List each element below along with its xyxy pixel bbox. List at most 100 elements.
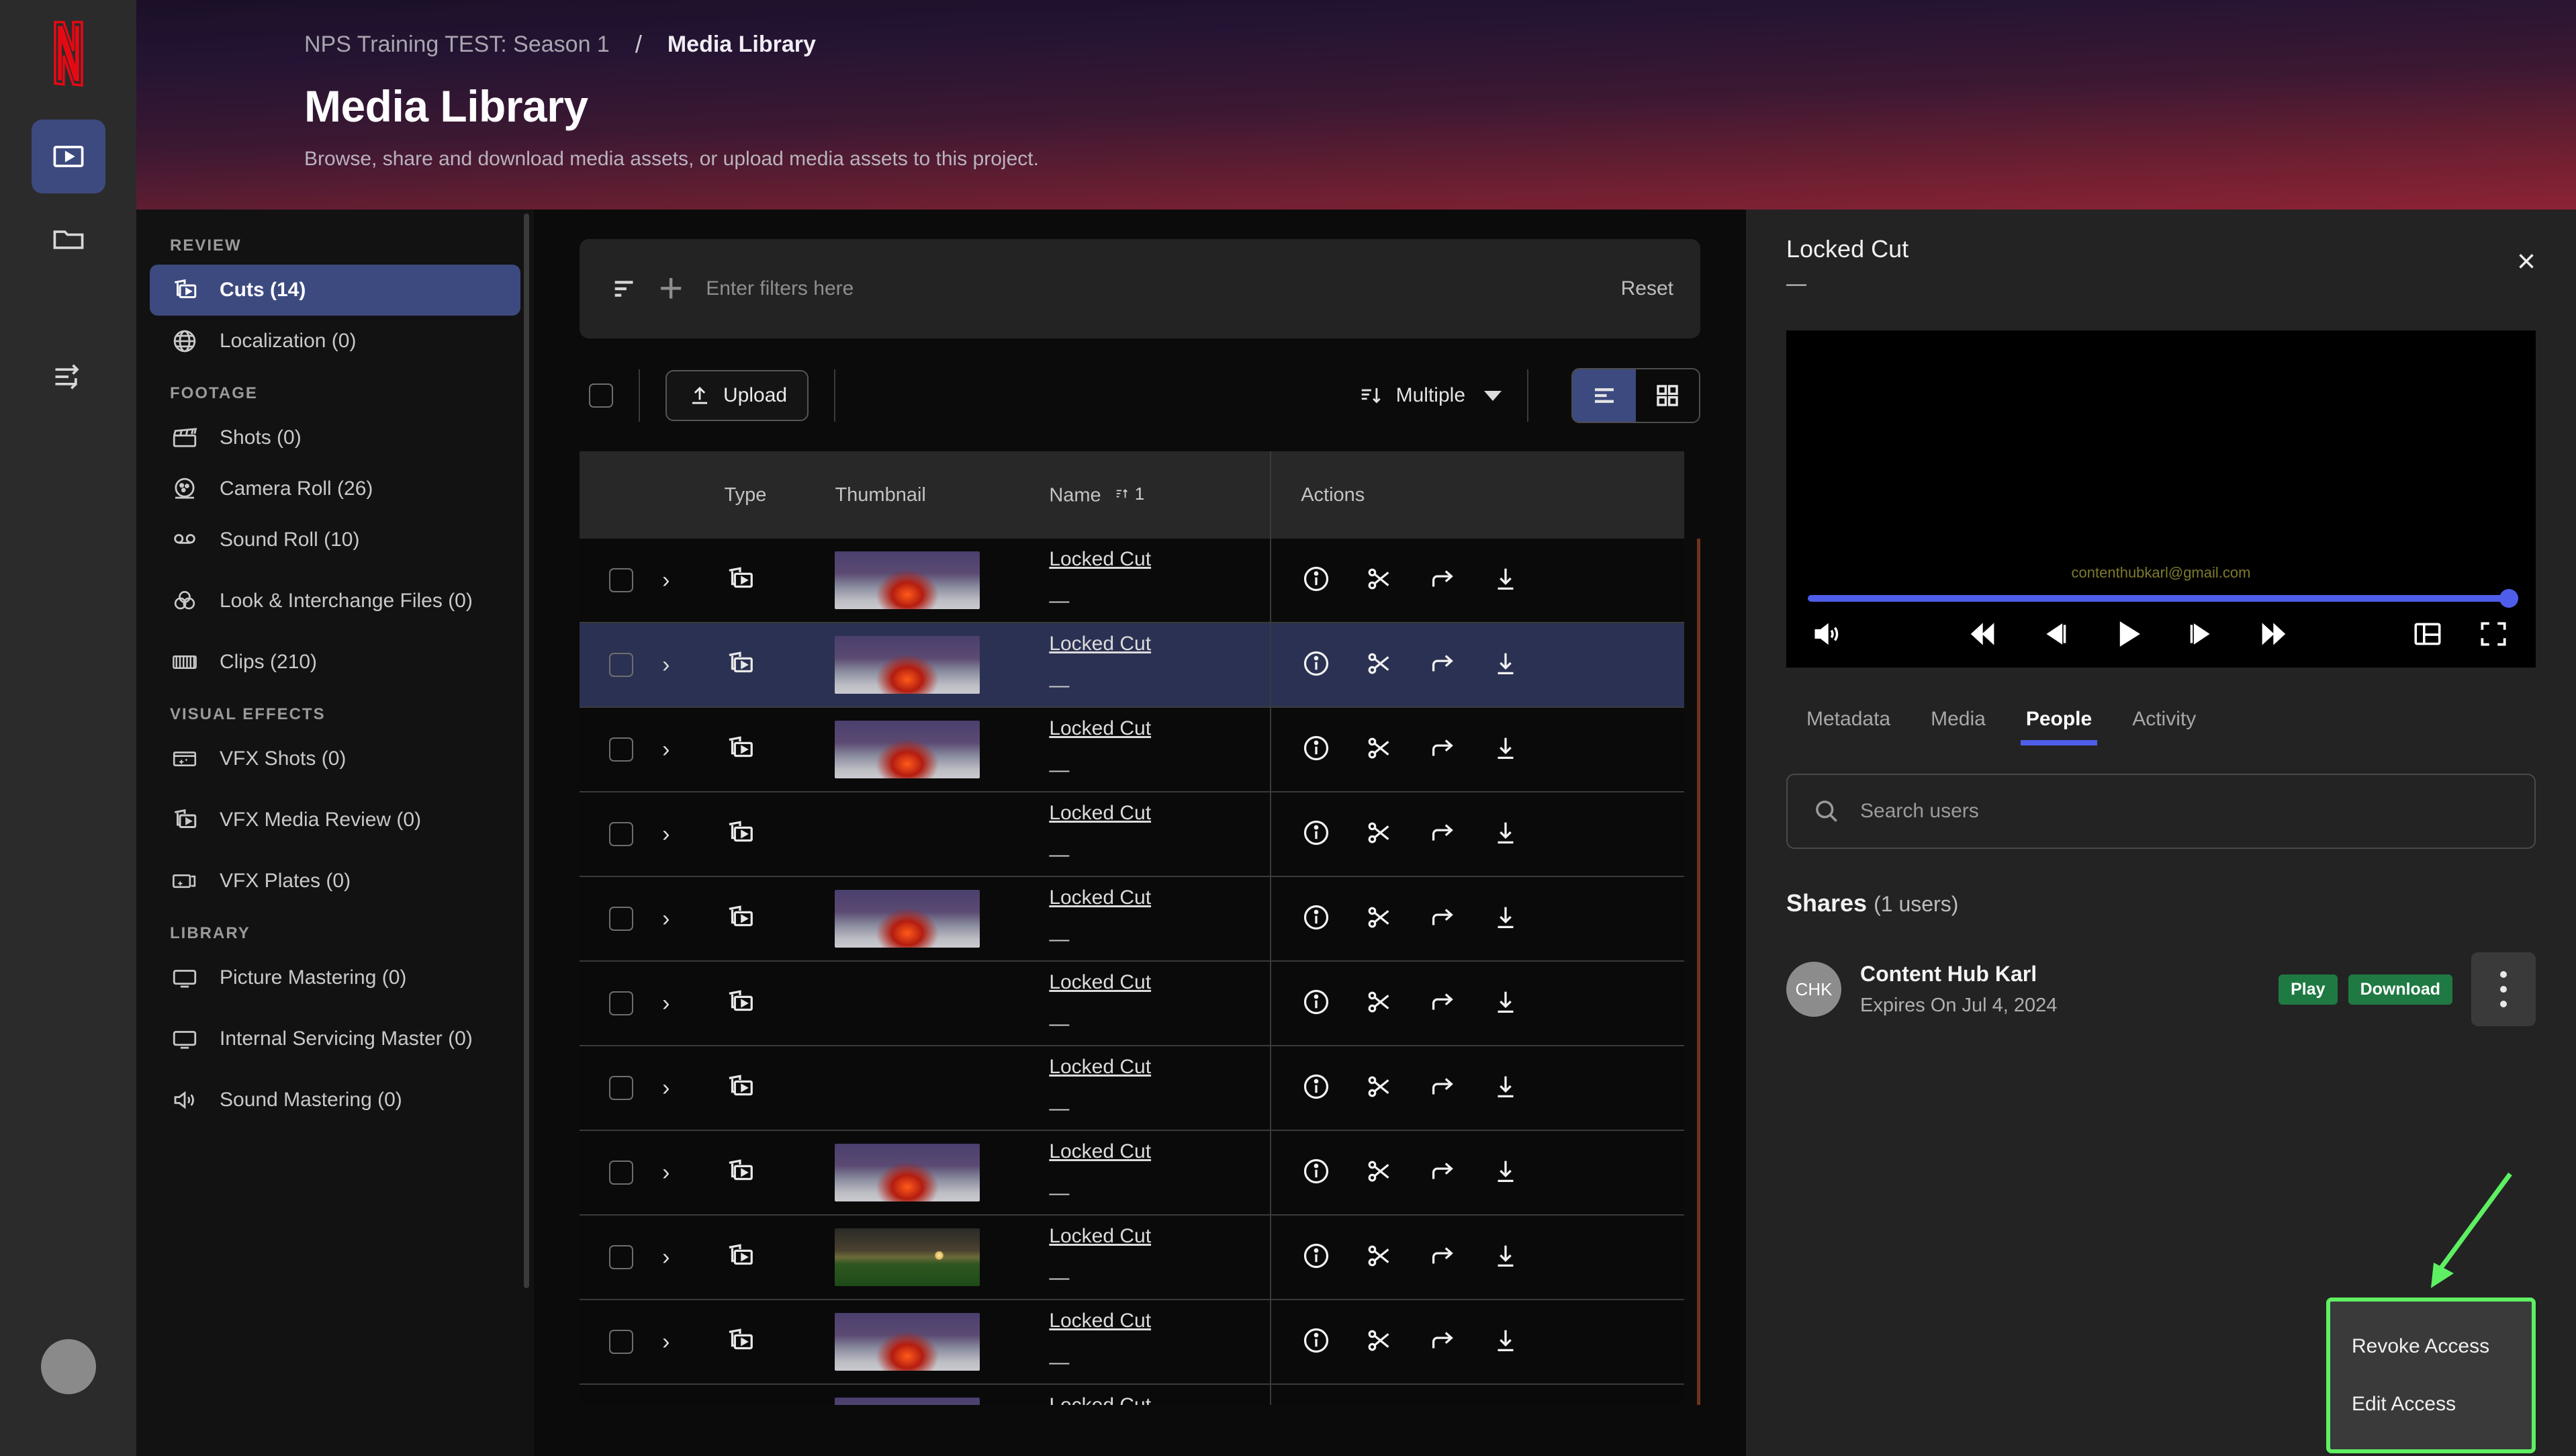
info-icon[interactable] xyxy=(1301,902,1332,936)
chevron-right-icon[interactable]: › xyxy=(662,906,670,931)
row-name-link[interactable]: Locked Cut xyxy=(1049,971,1151,993)
row-name-link[interactable]: Locked Cut xyxy=(1049,548,1151,570)
filter-input[interactable]: Enter filters here xyxy=(706,277,1620,300)
row-name-link[interactable]: Locked Cut xyxy=(1049,1310,1151,1332)
row-checkbox[interactable] xyxy=(609,1161,633,1185)
table-row[interactable]: ›Locked Cut— xyxy=(580,623,1684,707)
chevron-right-icon[interactable]: › xyxy=(662,821,670,847)
cut-icon[interactable] xyxy=(1364,648,1395,682)
sort-ascending-icon[interactable]: 1 xyxy=(1115,484,1144,504)
rewind-icon[interactable] xyxy=(1966,617,2000,654)
chevron-right-icon[interactable]: › xyxy=(662,1329,670,1355)
share-icon[interactable] xyxy=(1427,1325,1458,1359)
download-icon[interactable] xyxy=(1490,1071,1521,1105)
chevron-right-icon[interactable]: › xyxy=(662,991,670,1016)
row-name-link[interactable]: Locked Cut xyxy=(1049,717,1151,739)
row-checkbox[interactable] xyxy=(609,1076,633,1100)
share-icon[interactable] xyxy=(1427,733,1458,767)
download-icon[interactable] xyxy=(1490,648,1521,682)
tab-metadata[interactable]: Metadata xyxy=(1786,698,1911,745)
cut-icon[interactable] xyxy=(1364,1325,1395,1359)
tab-activity[interactable]: Activity xyxy=(2112,698,2216,745)
row-name-link[interactable]: Locked Cut xyxy=(1049,1394,1151,1405)
volume-icon[interactable] xyxy=(1812,617,1845,654)
filter-icon[interactable] xyxy=(606,273,644,304)
grid-view-button[interactable] xyxy=(1636,369,1699,422)
row-checkbox[interactable] xyxy=(609,1330,633,1354)
info-icon[interactable] xyxy=(1301,1240,1332,1275)
info-icon[interactable] xyxy=(1301,1071,1332,1105)
row-name-link[interactable]: Locked Cut xyxy=(1049,1140,1151,1163)
download-icon[interactable] xyxy=(1490,1240,1521,1275)
table-row[interactable]: ›Locked Cut— xyxy=(580,1046,1684,1130)
sort-selector[interactable]: Multiple xyxy=(1359,383,1502,408)
info-icon[interactable] xyxy=(1301,563,1332,598)
row-name-link[interactable]: Locked Cut xyxy=(1049,886,1151,909)
sidebar-item-cuts[interactable]: Cuts (14) xyxy=(150,265,520,316)
download-icon[interactable] xyxy=(1490,987,1521,1021)
select-all-checkbox[interactable] xyxy=(589,383,613,408)
table-row[interactable]: ›Locked Cut— xyxy=(580,1384,1684,1405)
sidebar-item-look-interchange[interactable]: Look & Interchange Files (0) xyxy=(150,565,520,637)
share-icon[interactable] xyxy=(1427,1071,1458,1105)
row-name-link[interactable]: Locked Cut xyxy=(1049,1225,1151,1247)
cut-icon[interactable] xyxy=(1364,1240,1395,1275)
sidebar-scrollbar[interactable] xyxy=(524,214,529,1288)
upload-button[interactable]: Upload xyxy=(665,370,809,421)
sidebar-item-sound-mastering[interactable]: Sound Mastering (0) xyxy=(150,1075,520,1126)
more-options-icon[interactable] xyxy=(2471,952,2536,1026)
close-icon[interactable]: × xyxy=(2517,246,2536,278)
share-icon[interactable] xyxy=(1427,1240,1458,1275)
fast-forward-icon[interactable] xyxy=(2256,617,2290,654)
th-thumbnail[interactable]: Thumbnail xyxy=(835,451,1050,539)
th-type[interactable]: Type xyxy=(724,451,835,539)
info-icon[interactable] xyxy=(1301,817,1332,852)
chevron-right-icon[interactable]: › xyxy=(662,567,670,593)
tab-media[interactable]: Media xyxy=(1911,698,2006,745)
chevron-right-icon[interactable]: › xyxy=(662,737,670,762)
row-checkbox[interactable] xyxy=(609,737,633,762)
table-row[interactable]: ›Locked Cut— xyxy=(580,1215,1684,1300)
row-checkbox[interactable] xyxy=(609,568,633,592)
share-icon[interactable] xyxy=(1427,902,1458,936)
user-avatar[interactable] xyxy=(40,1339,96,1394)
rail-item-transfers[interactable] xyxy=(32,340,105,414)
rail-item-media[interactable] xyxy=(31,120,105,193)
cut-icon[interactable] xyxy=(1364,987,1395,1021)
table-row[interactable]: ›Locked Cut— xyxy=(580,707,1684,792)
table-row[interactable]: ›Locked Cut— xyxy=(580,1130,1684,1215)
netflix-logo[interactable] xyxy=(35,20,102,87)
row-name-link[interactable]: Locked Cut xyxy=(1049,1056,1151,1078)
cut-icon[interactable] xyxy=(1364,563,1395,598)
info-icon[interactable] xyxy=(1301,1325,1332,1359)
row-checkbox[interactable] xyxy=(609,991,633,1015)
download-icon[interactable] xyxy=(1490,733,1521,767)
cut-icon[interactable] xyxy=(1364,817,1395,852)
rail-item-folders[interactable] xyxy=(32,203,105,277)
chevron-right-icon[interactable]: › xyxy=(662,652,670,678)
download-icon[interactable] xyxy=(1490,1325,1521,1359)
sidebar-item-internal-servicing-master[interactable]: Internal Servicing Master (0) xyxy=(150,1003,520,1075)
info-icon[interactable] xyxy=(1301,1156,1332,1190)
download-icon[interactable] xyxy=(1490,902,1521,936)
row-checkbox[interactable] xyxy=(609,822,633,846)
row-checkbox[interactable] xyxy=(609,1245,633,1269)
row-name-link[interactable]: Locked Cut xyxy=(1049,802,1151,824)
table-row[interactable]: ›Locked Cut— xyxy=(580,539,1684,623)
row-checkbox[interactable] xyxy=(609,907,633,931)
cut-icon[interactable] xyxy=(1364,733,1395,767)
share-icon[interactable] xyxy=(1427,817,1458,852)
sidebar-item-camera-roll[interactable]: Camera Roll (26) xyxy=(150,463,520,514)
layout-icon[interactable] xyxy=(2411,617,2444,654)
table-row[interactable]: ›Locked Cut— xyxy=(580,1300,1684,1384)
th-name[interactable]: Name 1 xyxy=(1049,451,1271,539)
tab-people[interactable]: People xyxy=(2006,698,2112,745)
info-icon[interactable] xyxy=(1301,733,1332,767)
video-player[interactable]: contenthubkarl@gmail.com xyxy=(1786,330,2536,668)
sidebar-item-shots[interactable]: Shots (0) xyxy=(150,412,520,463)
table-row[interactable]: ›Locked Cut— xyxy=(580,876,1684,961)
cut-icon[interactable] xyxy=(1364,1156,1395,1190)
breadcrumb-parent[interactable]: NPS Training TEST: Season 1 xyxy=(304,33,610,56)
share-icon[interactable] xyxy=(1427,563,1458,598)
cut-icon[interactable] xyxy=(1364,1071,1395,1105)
